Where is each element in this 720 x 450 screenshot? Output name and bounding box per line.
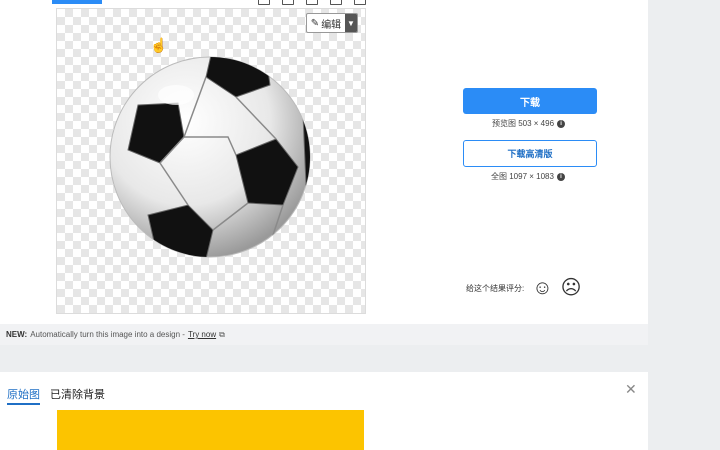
edit-button[interactable]: ✎ 编辑 ▼ [306, 13, 358, 33]
top-toolbar [258, 0, 366, 5]
smile-icon[interactable]: ☺ [532, 278, 552, 298]
download-hd-button[interactable]: 下载高清版 [463, 140, 597, 167]
preview-size-info: 预览图 503 × 496 i [492, 118, 566, 129]
promo-banner: NEW: Automatically turn this image into … [0, 324, 648, 345]
hand-cursor-icon: ☝ [150, 37, 168, 53]
edit-label: 编辑 [321, 19, 342, 31]
comparison-card: 原始图 已清除背景 ✕ [0, 372, 648, 450]
rating-row: 给这个结果评分: ☺ ☹ [466, 278, 582, 298]
full-size-info: 全图 1097 × 1083 i [491, 171, 565, 182]
pencil-icon: ✎ [310, 17, 320, 29]
info-icon[interactable]: i [556, 172, 565, 181]
tool-icon-5[interactable] [354, 0, 366, 5]
tab-original[interactable]: 原始图 [7, 386, 40, 405]
frown-icon[interactable]: ☹ [561, 278, 582, 298]
full-size-text: 全图 1097 × 1083 [491, 172, 554, 181]
new-label: NEW: [6, 330, 28, 339]
soccer-ball-image [109, 56, 311, 258]
rating-prompt: 给这个结果评分: [466, 283, 525, 293]
download-button[interactable]: 下载 [463, 88, 597, 114]
external-link-icon[interactable]: ⧉ [219, 330, 225, 340]
tool-icon-1[interactable] [258, 0, 270, 5]
tool-icon-4[interactable] [330, 0, 342, 5]
tool-icon-2[interactable] [282, 0, 294, 5]
tab-background-removed[interactable]: 已清除背景 [50, 386, 105, 402]
tool-icon-3[interactable] [306, 0, 318, 5]
close-icon[interactable]: ✕ [625, 381, 637, 398]
chevron-down-icon[interactable]: ▼ [345, 14, 357, 32]
try-now-link[interactable]: Try now [188, 330, 216, 339]
info-icon[interactable]: i [557, 119, 566, 128]
banner-text: Automatically turn this image into a des… [30, 330, 185, 339]
edit-button-label-wrap: ✎ 编辑 [307, 14, 345, 32]
preview-size-text: 预览图 503 × 496 [492, 119, 555, 128]
original-image-preview [57, 410, 364, 450]
result-card: ☝ ✎ 编辑 ▼ 下载 预览图 503 × 496 i 下载高清版 全图 109… [0, 0, 648, 345]
top-button-edge[interactable] [52, 0, 102, 4]
